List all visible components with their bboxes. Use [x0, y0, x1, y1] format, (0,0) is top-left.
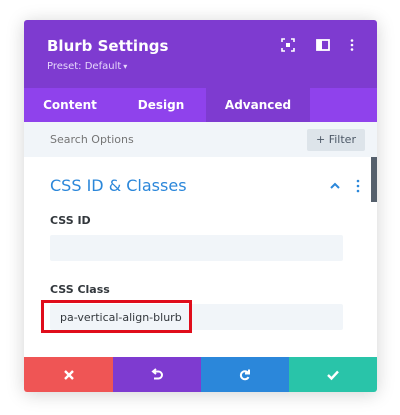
redo-button[interactable] — [201, 357, 289, 392]
action-footer — [24, 357, 377, 392]
css-id-label: CSS ID — [50, 214, 91, 227]
css-class-label: CSS Class — [50, 283, 110, 296]
chevron-up-icon[interactable] — [329, 180, 341, 192]
search-input[interactable] — [24, 122, 304, 157]
save-check-icon — [327, 370, 339, 380]
section-options-icon[interactable] — [356, 179, 360, 193]
cancel-button[interactable] — [24, 357, 113, 392]
caret-down-icon: ▾ — [123, 62, 128, 71]
tab-advanced[interactable]: Advanced — [206, 88, 310, 122]
css-id-field[interactable] — [50, 235, 343, 261]
tab-content[interactable]: Content — [24, 88, 116, 122]
highlight-box — [41, 300, 192, 333]
tab-design[interactable]: Design — [116, 88, 206, 122]
fullscreen-icon[interactable] — [281, 38, 295, 52]
preset-selector[interactable]: Preset: Default ▾ — [47, 61, 127, 72]
search-bar: + Filter — [24, 122, 377, 157]
redo-icon — [239, 369, 250, 380]
section-title[interactable]: CSS ID & Classes — [50, 176, 187, 195]
panel-header: Blurb Settings Preset: Default ▾ — [24, 20, 377, 88]
undo-icon — [151, 367, 163, 379]
undo-button[interactable] — [113, 357, 201, 392]
cancel-icon — [63, 369, 74, 380]
more-options-icon[interactable] — [345, 38, 359, 52]
scrollbar-thumb[interactable] — [371, 157, 377, 202]
preset-label: Preset: Default — [47, 61, 122, 72]
blurb-settings-panel: Blurb Settings Preset: Default ▾ Content … — [24, 20, 377, 392]
save-button[interactable] — [289, 357, 377, 392]
filter-button[interactable]: + Filter — [307, 129, 365, 151]
split-view-icon[interactable] — [316, 38, 330, 52]
panel-title: Blurb Settings — [47, 37, 169, 55]
settings-tabs: Content Design Advanced — [24, 88, 377, 122]
